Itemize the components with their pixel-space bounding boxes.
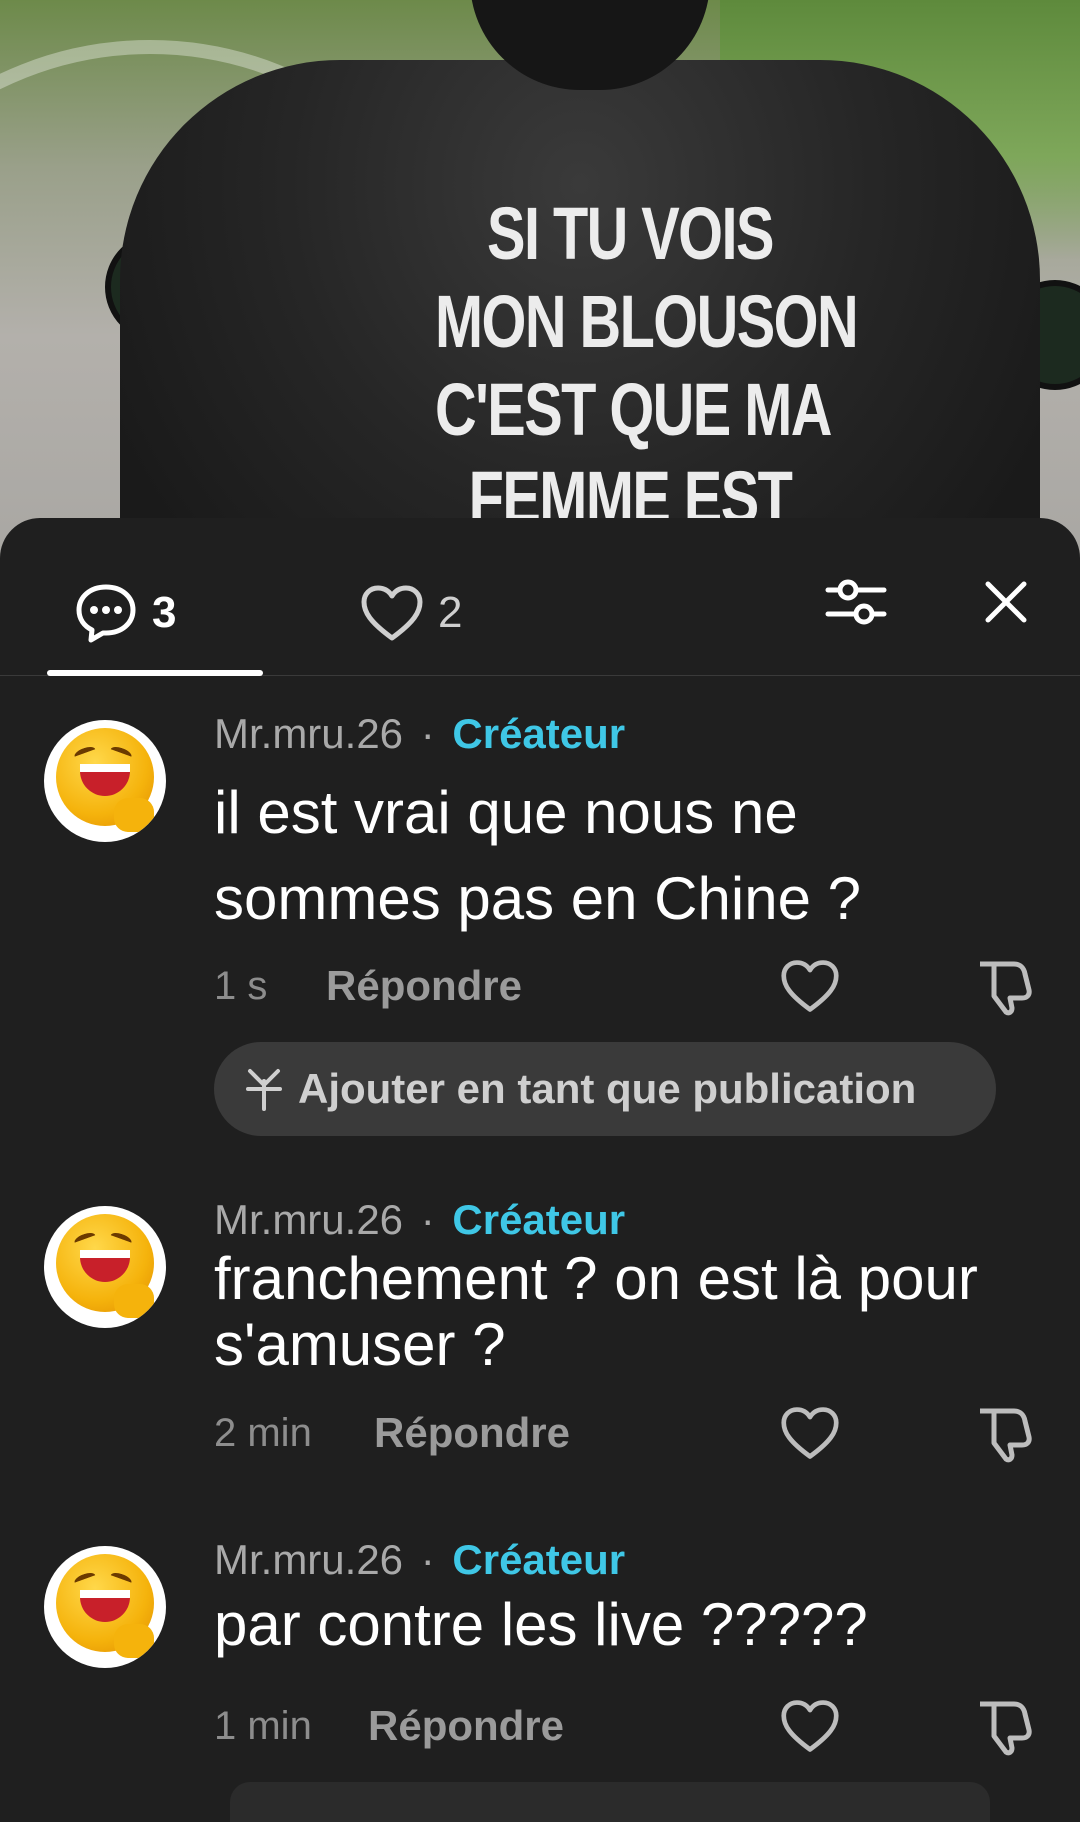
comment-actions: 2 min Répondre bbox=[214, 1403, 1044, 1463]
slogan-line: C'EST QUE MA bbox=[435, 368, 832, 451]
comment-meta: Mr.mru.26 · Créateur bbox=[214, 710, 625, 758]
reply-button[interactable]: Répondre bbox=[326, 962, 522, 1010]
heart-icon[interactable] bbox=[780, 1696, 840, 1756]
avatar[interactable] bbox=[44, 1206, 166, 1328]
likes-count: 2 bbox=[438, 588, 463, 637]
comment-text: par contre les live ????? bbox=[214, 1591, 868, 1658]
creator-badge: Créateur bbox=[452, 1196, 626, 1243]
comments-count: 3 bbox=[152, 588, 177, 637]
comment-time: 1 min bbox=[214, 1704, 312, 1748]
active-tab-indicator bbox=[47, 670, 263, 676]
meta-separator: · bbox=[420, 710, 435, 757]
tab-likes[interactable]: 2 bbox=[360, 568, 462, 658]
comment-author[interactable]: Mr.mru.26 bbox=[214, 1196, 403, 1243]
dislike-icon[interactable] bbox=[974, 956, 1034, 1016]
meta-separator: · bbox=[420, 1196, 435, 1243]
comment-time: 1 s bbox=[214, 964, 268, 1008]
slogan-line: MON BLOUSON bbox=[435, 280, 859, 363]
comment-author[interactable]: Mr.mru.26 bbox=[214, 1536, 403, 1583]
add-as-post-label: Ajouter en tant que publication bbox=[298, 1065, 917, 1112]
close-button[interactable] bbox=[970, 566, 1042, 638]
comment-text: il est vrai que nous ne sommes pas en Ch… bbox=[214, 779, 861, 932]
meta-separator: · bbox=[420, 1536, 435, 1583]
creator-badge: Créateur bbox=[452, 710, 626, 757]
comment-author[interactable]: Mr.mru.26 bbox=[214, 710, 403, 757]
creator-badge: Créateur bbox=[452, 1536, 626, 1583]
heart-icon[interactable] bbox=[780, 956, 840, 1016]
comment-bubble-icon bbox=[76, 584, 136, 643]
comment-actions: 1 s Répondre bbox=[214, 956, 1044, 1016]
reply-button[interactable]: Répondre bbox=[368, 1702, 564, 1750]
video-background-photo: SI TU VOIS MON BLOUSON C'EST QUE MA FEMM… bbox=[0, 0, 1080, 560]
comment-meta: Mr.mru.26 · Créateur bbox=[214, 1536, 625, 1584]
sheet-header: 3 2 bbox=[0, 518, 1080, 676]
heart-icon bbox=[361, 585, 423, 641]
comment-time: 2 min bbox=[214, 1411, 312, 1455]
avatar[interactable] bbox=[44, 720, 166, 842]
tab-comments[interactable]: 3 bbox=[74, 568, 176, 658]
avatar[interactable] bbox=[44, 1546, 166, 1668]
jacket-slogan: SI TU VOIS MON BLOUSON C'EST QUE MA FEMM… bbox=[435, 190, 859, 542]
dislike-icon[interactable] bbox=[974, 1403, 1034, 1463]
dislike-icon[interactable] bbox=[974, 1696, 1034, 1756]
next-item-peek bbox=[230, 1782, 990, 1822]
reply-button[interactable]: Répondre bbox=[374, 1409, 570, 1457]
add-as-post-button[interactable]: Ajouter en tant que publication bbox=[214, 1042, 996, 1136]
comment-meta: Mr.mru.26 · Créateur bbox=[214, 1196, 625, 1244]
slogan-line: SI TU VOIS bbox=[487, 192, 774, 275]
comment-actions: 1 min Répondre bbox=[214, 1696, 1044, 1756]
filter-sliders-icon bbox=[825, 579, 887, 625]
pin-sparkle-icon bbox=[246, 1069, 282, 1111]
comments-sheet: 3 2 Mr.mru.26 · Créateur il est vrai que… bbox=[0, 518, 1080, 1814]
filter-button[interactable] bbox=[820, 566, 892, 638]
heart-icon[interactable] bbox=[780, 1403, 840, 1463]
close-icon bbox=[985, 581, 1027, 623]
comment-text: franchement ? on est là pour s'amuser ? bbox=[214, 1245, 978, 1378]
